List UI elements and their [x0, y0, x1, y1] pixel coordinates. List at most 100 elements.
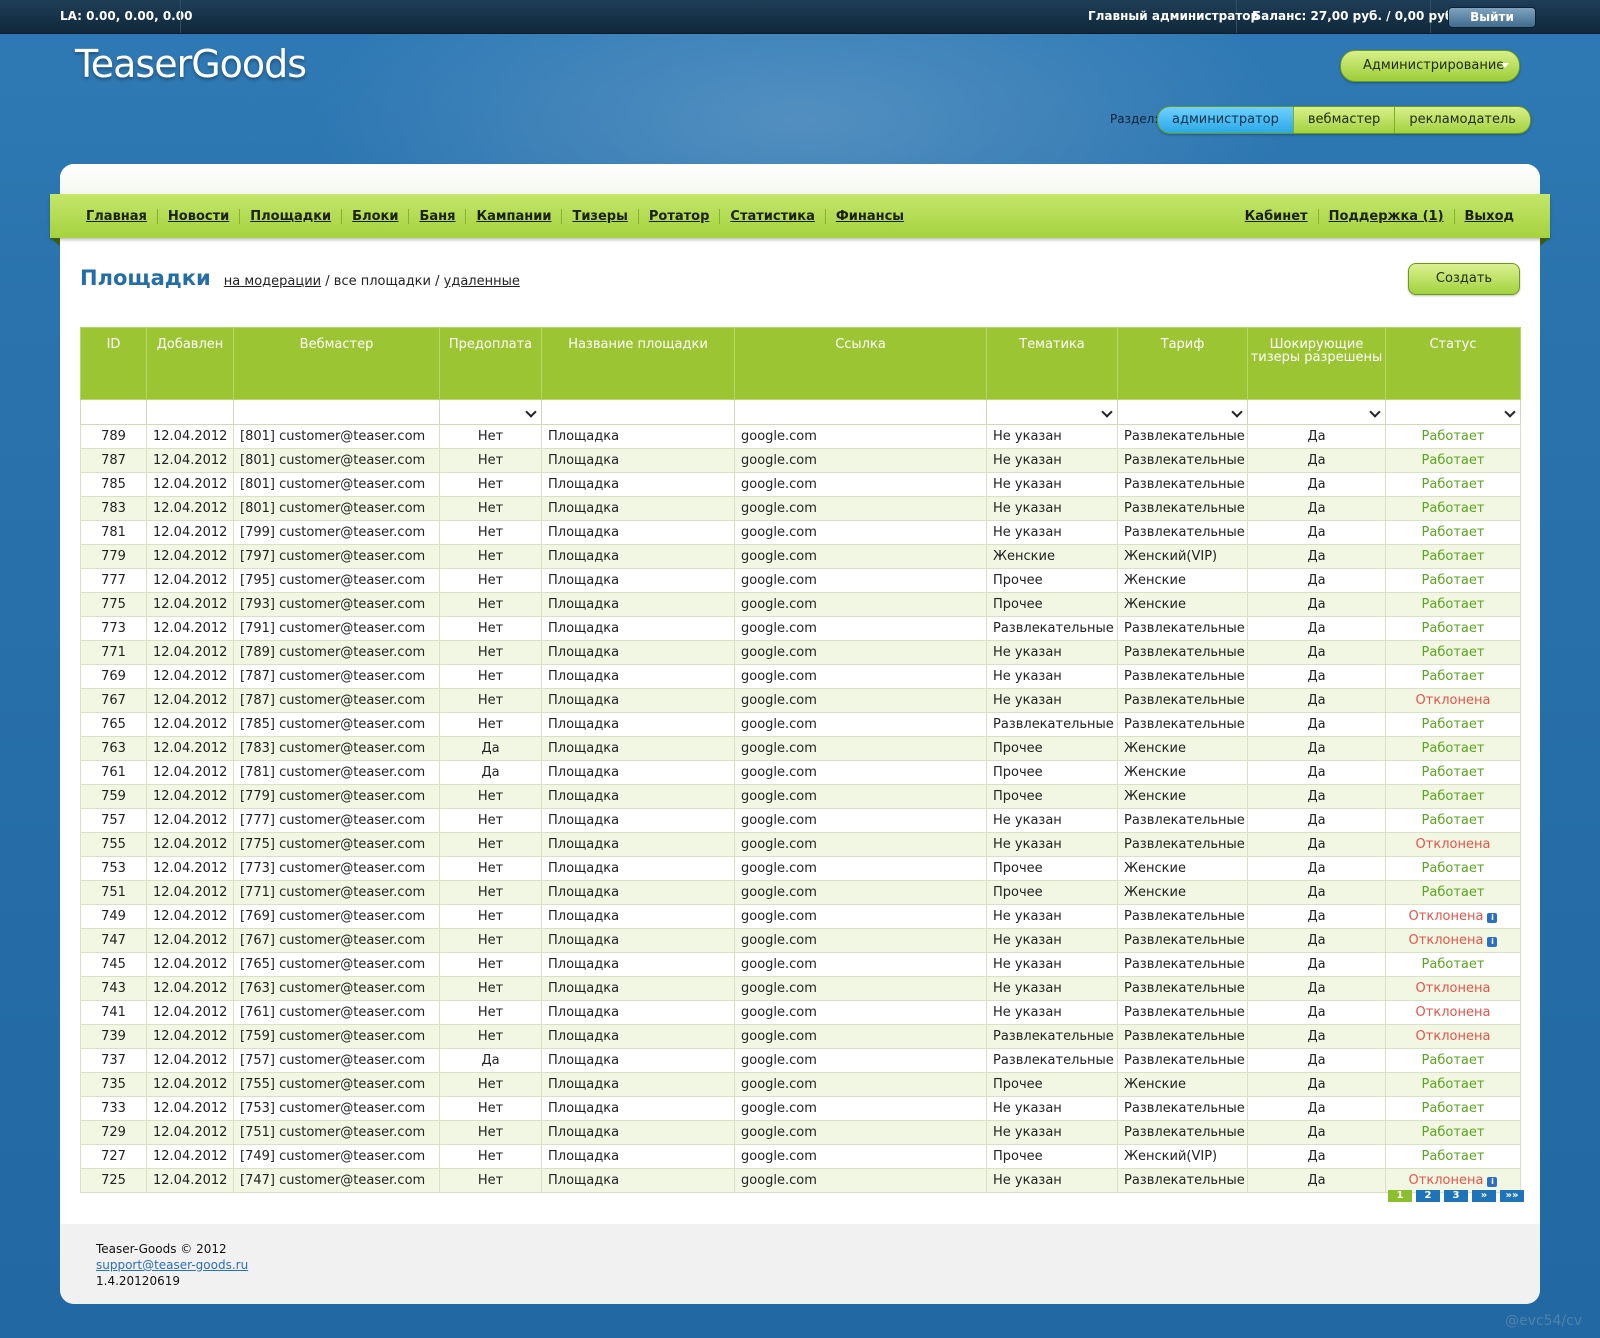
page-1[interactable]: 1: [1388, 1190, 1412, 1202]
cell-link: google.com: [734, 952, 987, 977]
cell-site-name: Площадка: [541, 496, 735, 521]
table-row[interactable]: 733 12.04.2012 [753] customer@teaser.com Не…: [80, 1096, 1521, 1121]
filter-theme-select[interactable]: [986, 399, 1118, 425]
table-row[interactable]: 751 12.04.2012 [771] customer@teaser.com Не…: [80, 880, 1521, 905]
filter-prepay-select[interactable]: [439, 399, 542, 425]
table-row[interactable]: 761 12.04.2012 [781] customer@teaser.com Да…: [80, 760, 1521, 785]
column-header[interactable]: Добавлен: [146, 327, 234, 400]
status-text: Отклонена: [1415, 1005, 1491, 1020]
table-row[interactable]: 785 12.04.2012 [801] customer@teaser.com Не…: [80, 472, 1521, 497]
admin-menu-button[interactable]: Администрирование: [1340, 50, 1520, 82]
tab-admin[interactable]: администратор: [1158, 107, 1293, 133]
table-row[interactable]: 771 12.04.2012 [789] customer@teaser.com Не…: [80, 640, 1521, 665]
column-header[interactable]: Статус: [1385, 327, 1521, 400]
table-row[interactable]: 777 12.04.2012 [795] customer@teaser.com Не…: [80, 568, 1521, 593]
info-icon[interactable]: i: [1487, 913, 1498, 923]
table-row[interactable]: 735 12.04.2012 [755] customer@teaser.com Не…: [80, 1072, 1521, 1097]
cell-link: google.com: [734, 472, 987, 497]
nav-cabinet[interactable]: Кабинет: [1235, 208, 1319, 224]
table-row[interactable]: 759 12.04.2012 [779] customer@teaser.com Не…: [80, 784, 1521, 809]
table-row[interactable]: 781 12.04.2012 [799] customer@teaser.com Не…: [80, 520, 1521, 545]
nav-home[interactable]: Главная: [76, 208, 158, 224]
page-next[interactable]: »: [1472, 1190, 1496, 1202]
info-icon[interactable]: i: [1487, 1177, 1498, 1187]
nav-support[interactable]: Поддержка (1): [1319, 208, 1455, 224]
support-email-link[interactable]: support@teaser-goods.ru: [96, 1258, 248, 1272]
table-row[interactable]: 739 12.04.2012 [759] customer@teaser.com Не…: [80, 1024, 1521, 1049]
cell-site-name: Площадка: [541, 472, 735, 497]
cell-theme: Прочее: [986, 736, 1118, 761]
logout-button[interactable]: Выйти: [1448, 7, 1536, 28]
table-row[interactable]: 749 12.04.2012 [769] customer@teaser.com Не…: [80, 904, 1521, 929]
table-row[interactable]: 727 12.04.2012 [749] customer@teaser.com Не…: [80, 1144, 1521, 1169]
column-header[interactable]: Шокирующие тизеры разрешены: [1247, 327, 1386, 400]
table-row[interactable]: 769 12.04.2012 [787] customer@teaser.com Не…: [80, 664, 1521, 689]
column-header[interactable]: Ссылка: [734, 327, 987, 400]
page-last[interactable]: »»: [1500, 1190, 1524, 1202]
create-button[interactable]: Создать: [1408, 263, 1520, 295]
nav-rotator[interactable]: Ротатор: [639, 208, 721, 224]
nav-sites[interactable]: Площадки: [240, 208, 343, 224]
table-row[interactable]: 729 12.04.2012 [751] customer@teaser.com Не…: [80, 1120, 1521, 1145]
crumb-moderation[interactable]: на модерации: [224, 274, 321, 289]
column-header[interactable]: Тариф: [1117, 327, 1248, 400]
table-row[interactable]: 737 12.04.2012 [757] customer@teaser.com Да…: [80, 1048, 1521, 1073]
column-header[interactable]: Тематика: [986, 327, 1118, 400]
nav-ban[interactable]: Баня: [409, 208, 467, 224]
cell-added: 12.04.2012: [146, 544, 234, 569]
filter-added[interactable]: [146, 399, 234, 425]
table-row[interactable]: 753 12.04.2012 [773] customer@teaser.com Не…: [80, 856, 1521, 881]
table-row[interactable]: 779 12.04.2012 [797] customer@teaser.com Не…: [80, 544, 1521, 569]
table-row[interactable]: 741 12.04.2012 [761] customer@teaser.com Не…: [80, 1000, 1521, 1025]
column-header[interactable]: Название площадки: [541, 327, 735, 400]
table-row[interactable]: 765 12.04.2012 [785] customer@teaser.com Не…: [80, 712, 1521, 737]
table-row[interactable]: 783 12.04.2012 [801] customer@teaser.com Не…: [80, 496, 1521, 521]
logo[interactable]: TeaserGoods: [75, 42, 307, 86]
cell-status: Работает: [1385, 592, 1521, 617]
filter-status-select[interactable]: [1385, 399, 1521, 425]
page-2[interactable]: 2: [1416, 1190, 1440, 1202]
table-row[interactable]: 757 12.04.2012 [777] customer@teaser.com Не…: [80, 808, 1521, 833]
nav-campaigns[interactable]: Кампании: [466, 208, 563, 224]
nav-news[interactable]: Новости: [158, 208, 241, 224]
nav-finance[interactable]: Финансы: [826, 209, 914, 224]
table-row[interactable]: 775 12.04.2012 [793] customer@teaser.com Не…: [80, 592, 1521, 617]
cell-webmaster: [797] customer@teaser.com: [233, 544, 440, 569]
filter-shocking-select[interactable]: [1247, 399, 1386, 425]
table-row[interactable]: 745 12.04.2012 [765] customer@teaser.com Не…: [80, 952, 1521, 977]
table-row[interactable]: 755 12.04.2012 [775] customer@teaser.com Не…: [80, 832, 1521, 857]
cell-webmaster: [755] customer@teaser.com: [233, 1072, 440, 1097]
table-row[interactable]: 747 12.04.2012 [767] customer@teaser.com Не…: [80, 928, 1521, 953]
cell-site-name: Площадка: [541, 784, 735, 809]
tab-webmaster[interactable]: вебмастер: [1292, 107, 1395, 133]
column-header[interactable]: ID: [80, 327, 147, 400]
filter-id[interactable]: [80, 399, 147, 425]
filter-webmaster[interactable]: [233, 399, 440, 425]
filter-tariff-select[interactable]: [1117, 399, 1248, 425]
table-row[interactable]: 787 12.04.2012 [801] customer@teaser.com Не…: [80, 448, 1521, 473]
info-icon[interactable]: i: [1487, 937, 1498, 947]
table-row[interactable]: 763 12.04.2012 [783] customer@teaser.com Да…: [80, 736, 1521, 761]
cell-prepay: Нет: [439, 928, 542, 953]
cell-webmaster: [751] customer@teaser.com: [233, 1120, 440, 1145]
column-header[interactable]: Предоплата: [439, 327, 542, 400]
cell-link: google.com: [734, 640, 987, 665]
page-3[interactable]: 3: [1444, 1190, 1468, 1202]
table-row[interactable]: 767 12.04.2012 [787] customer@teaser.com Не…: [80, 688, 1521, 713]
nav-teasers[interactable]: Тизеры: [562, 208, 639, 224]
table-row[interactable]: 725 12.04.2012 [747] customer@teaser.com Не…: [80, 1168, 1521, 1193]
tab-advertiser[interactable]: рекламодатель: [1394, 107, 1530, 133]
column-header[interactable]: Вебмастер: [233, 327, 440, 400]
table-row[interactable]: 789 12.04.2012 [801] customer@teaser.com Не…: [80, 424, 1521, 449]
nav-blocks[interactable]: Блоки: [342, 208, 410, 224]
table-row[interactable]: 743 12.04.2012 [763] customer@teaser.com Не…: [80, 976, 1521, 1001]
table-row[interactable]: 773 12.04.2012 [791] customer@teaser.com Не…: [80, 616, 1521, 641]
cell-shocking: Да: [1247, 904, 1386, 929]
nav-statistics[interactable]: Статистика: [720, 208, 826, 224]
crumb-deleted[interactable]: удаленные: [444, 274, 520, 289]
cell-prepay: Нет: [439, 1000, 542, 1025]
cell-prepay: Нет: [439, 832, 542, 857]
filter-link[interactable]: [734, 399, 987, 425]
nav-exit[interactable]: Выход: [1455, 209, 1524, 224]
filter-name[interactable]: [541, 399, 735, 425]
